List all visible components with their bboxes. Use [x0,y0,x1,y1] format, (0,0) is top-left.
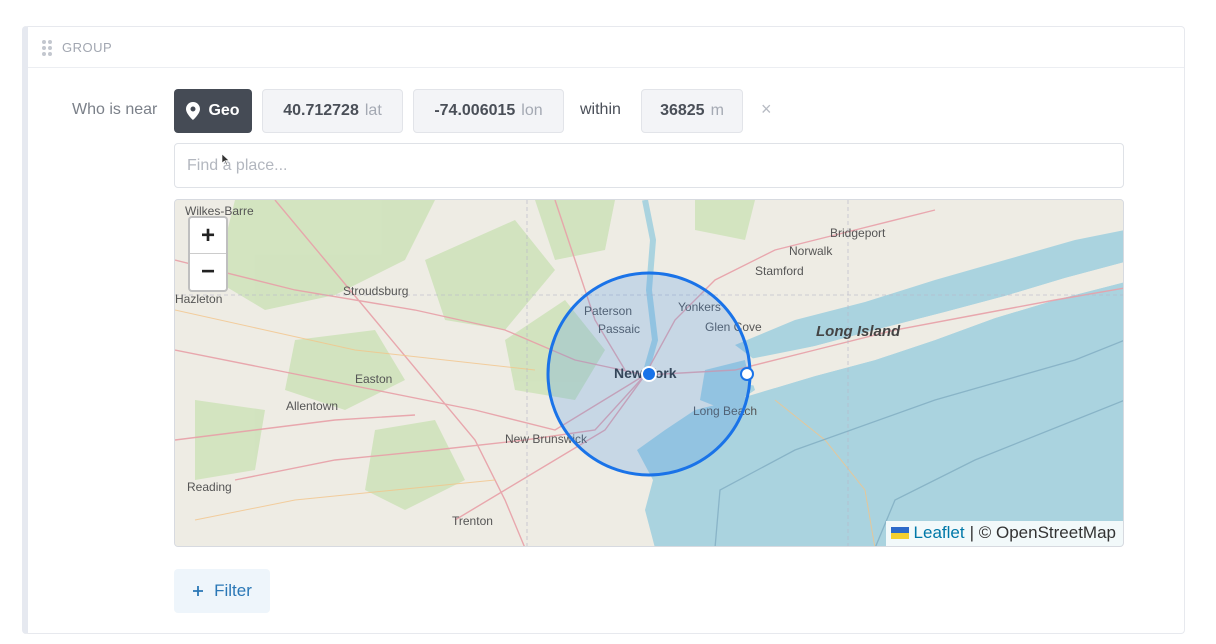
zoom-out-button[interactable]: − [190,254,226,290]
group-header: GROUP [28,27,1184,68]
radius-value: 36825 [660,102,705,119]
latitude-field[interactable]: 40.712728 lat [262,89,403,133]
mouse-cursor-icon [222,154,230,166]
add-filter-button[interactable]: Filter [174,569,270,613]
plus-icon [193,586,204,596]
latitude-unit: lat [364,102,382,119]
within-label: within [580,101,621,118]
map-attribution: Leaflet | © OpenStreetMap [885,521,1123,546]
geo-type-button[interactable]: Geo [174,89,252,133]
leaflet-link[interactable]: Leaflet [914,523,965,543]
radius-unit: m [710,102,724,119]
latitude-value: 40.712728 [283,102,359,119]
longitude-value: -74.006015 [434,102,516,119]
condition-label: Who is near [72,101,158,118]
find-place-input[interactable] [174,143,1124,188]
zoom-control: + − [188,216,228,292]
drag-handle-icon[interactable] [42,40,52,56]
add-filter-label: Filter [214,581,252,600]
map-pin-icon [186,102,201,120]
group-title: GROUP [62,39,113,55]
filter-group: GROUP Who is near Geo 40.712728 lat -74.… [22,26,1185,634]
center-marker[interactable] [641,366,657,382]
longitude-field[interactable]: -74.006015 lon [413,89,564,133]
map[interactable]: Wilkes-Barre Hazleton Stroudsburg Easton… [174,199,1124,547]
ukraine-flag-icon [890,527,909,539]
zoom-in-button[interactable]: + [190,218,226,254]
geo-type-label: Geo [208,102,240,119]
remove-condition-button[interactable]: × [761,99,772,120]
attribution-text: | © OpenStreetMap [969,523,1116,542]
radius-handle[interactable] [740,367,754,381]
radius-field[interactable]: 36825 m [641,89,743,133]
radius-overlay [546,271,754,477]
longitude-unit: lon [521,102,543,119]
